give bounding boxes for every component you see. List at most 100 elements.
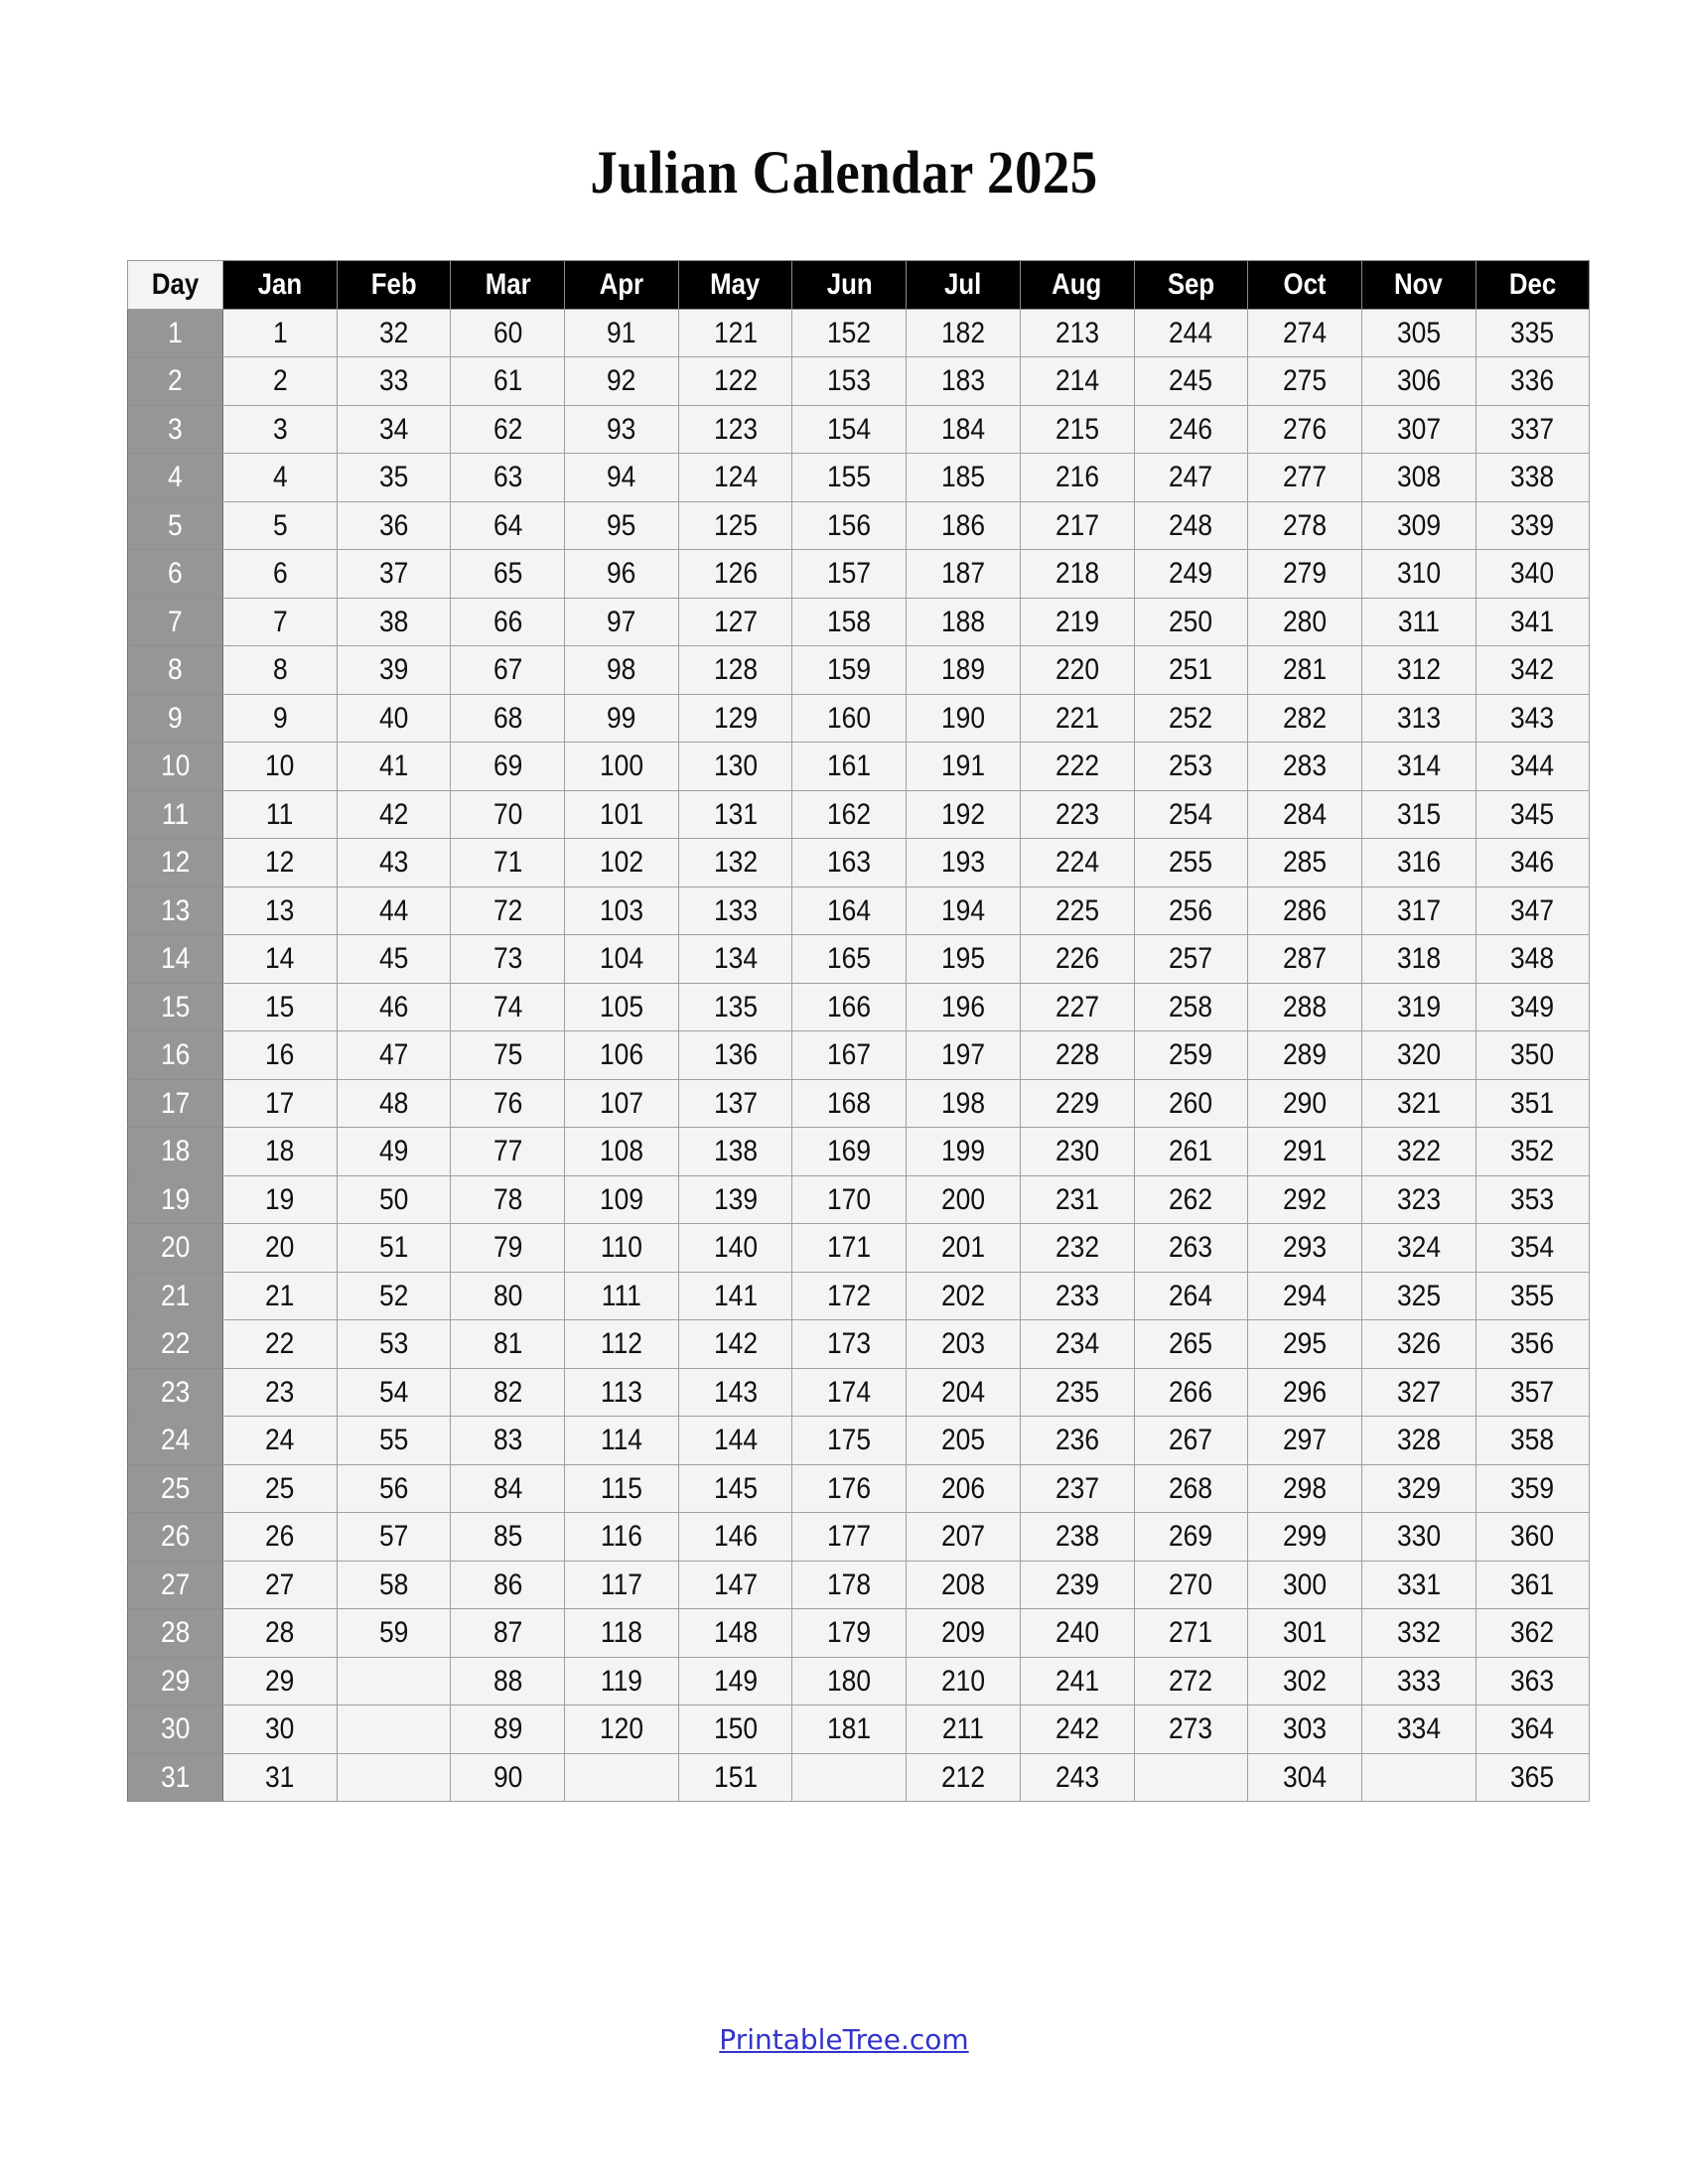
day-number-label: 2 bbox=[168, 364, 183, 397]
julian-day-value: 120 bbox=[599, 1712, 643, 1745]
julian-day-cell: 347 bbox=[1475, 886, 1591, 935]
printabletree-link[interactable]: PrintableTree.com bbox=[719, 2023, 968, 2056]
julian-calendar-table: Day Jan Feb Mar Apr May Jun Jul Aug Sep … bbox=[127, 260, 1591, 1802]
julian-day-cell: 75 bbox=[450, 1030, 566, 1080]
julian-day-cell: 82 bbox=[450, 1367, 566, 1417]
table-body: 1 1 32 60 91 121 152 182 213 244 274 305 335 2 2 33 61 92… bbox=[127, 308, 1591, 1802]
julian-day-value: 22 bbox=[265, 1327, 295, 1360]
julian-day-value: 271 bbox=[1169, 1616, 1213, 1649]
julian-day-cell: 73 bbox=[450, 934, 566, 984]
julian-day-value: 52 bbox=[378, 1279, 409, 1312]
julian-day-cell: 337 bbox=[1475, 404, 1591, 454]
julian-day-cell: 72 bbox=[450, 886, 566, 935]
julian-day-value: 240 bbox=[1055, 1616, 1099, 1649]
julian-day-cell: 336 bbox=[1475, 356, 1591, 406]
julian-day-value: 310 bbox=[1396, 557, 1441, 590]
julian-day-cell: 46 bbox=[336, 982, 452, 1031]
julian-day-value: 68 bbox=[492, 701, 522, 735]
day-number-cell: 5 bbox=[127, 500, 223, 550]
julian-day-cell: 299 bbox=[1247, 1512, 1362, 1562]
julian-day-cell: 193 bbox=[906, 838, 1021, 887]
julian-day-cell bbox=[564, 1752, 679, 1802]
day-number-cell: 3 bbox=[127, 404, 223, 454]
julian-day-value: 216 bbox=[1055, 461, 1099, 493]
julian-day-cell: 344 bbox=[1475, 742, 1591, 791]
column-header-feb: Feb bbox=[336, 260, 452, 310]
julian-day-value: 304 bbox=[1283, 1760, 1328, 1794]
julian-day-cell: 71 bbox=[450, 838, 566, 887]
day-number-cell: 26 bbox=[127, 1512, 223, 1562]
julian-day-cell: 125 bbox=[677, 500, 793, 550]
julian-day-value: 274 bbox=[1283, 316, 1328, 349]
julian-day-cell: 108 bbox=[564, 1127, 679, 1176]
julian-day-value: 127 bbox=[713, 605, 758, 638]
julian-day-cell: 170 bbox=[791, 1174, 908, 1224]
julian-day-value: 160 bbox=[827, 701, 872, 735]
julian-day-cell: 172 bbox=[791, 1271, 908, 1320]
julian-day-cell: 129 bbox=[677, 693, 793, 743]
julian-day-value: 235 bbox=[1055, 1375, 1099, 1409]
julian-day-cell: 51 bbox=[336, 1223, 452, 1273]
julian-day-value: 151 bbox=[713, 1760, 758, 1794]
julian-day-cell: 264 bbox=[1133, 1271, 1249, 1320]
julian-day-value: 152 bbox=[827, 316, 872, 349]
julian-day-cell: 12 bbox=[222, 838, 338, 887]
julian-day-cell: 207 bbox=[906, 1512, 1021, 1562]
julian-day-cell: 295 bbox=[1247, 1319, 1362, 1369]
julian-day-value: 49 bbox=[378, 1135, 409, 1167]
julian-day-cell: 190 bbox=[906, 693, 1021, 743]
table-row: 8 8 39 67 98 128 159 189 220 251 281 312 342 bbox=[127, 645, 1591, 695]
julian-day-cell: 255 bbox=[1133, 838, 1249, 887]
julian-day-cell: 16 bbox=[222, 1030, 338, 1080]
julian-day-value: 108 bbox=[599, 1135, 643, 1167]
julian-day-cell: 3 bbox=[222, 404, 338, 454]
julian-day-cell: 45 bbox=[336, 934, 452, 984]
julian-day-value: 64 bbox=[492, 508, 522, 542]
julian-day-cell: 345 bbox=[1475, 789, 1591, 839]
julian-day-cell: 134 bbox=[677, 934, 793, 984]
julian-day-cell: 1 bbox=[222, 308, 338, 357]
julian-day-value: 363 bbox=[1510, 1664, 1555, 1698]
julian-day-value: 129 bbox=[713, 701, 758, 735]
table-row: 19 19 50 78 109 139 170 200 231 262 292 323 353 bbox=[127, 1174, 1591, 1224]
julian-day-value: 128 bbox=[713, 653, 758, 686]
julian-day-cell: 2 bbox=[222, 356, 338, 406]
julian-day-cell: 7 bbox=[222, 597, 338, 646]
julian-day-value: 276 bbox=[1283, 412, 1328, 446]
julian-day-value: 268 bbox=[1169, 1471, 1213, 1505]
julian-day-value: 328 bbox=[1396, 1424, 1441, 1456]
day-number-cell: 21 bbox=[127, 1271, 223, 1320]
julian-day-cell: 272 bbox=[1133, 1656, 1249, 1706]
julian-day-cell: 166 bbox=[791, 982, 908, 1031]
julian-day-value: 289 bbox=[1283, 1038, 1328, 1071]
julian-day-value: 76 bbox=[492, 1086, 522, 1120]
julian-day-value: 283 bbox=[1283, 750, 1328, 782]
julian-day-cell: 113 bbox=[564, 1367, 679, 1417]
julian-day-cell: 217 bbox=[1019, 500, 1135, 550]
julian-day-cell: 176 bbox=[791, 1463, 908, 1513]
julian-day-value: 24 bbox=[265, 1424, 295, 1456]
table-row: 29 29 88 119 149 180 210 241 272 302 333 363 bbox=[127, 1656, 1591, 1706]
table-row: 9 9 40 68 99 129 160 190 221 252 282 313 343 bbox=[127, 693, 1591, 743]
julian-day-value: 211 bbox=[941, 1712, 985, 1745]
column-header-may: May bbox=[677, 260, 793, 310]
julian-day-cell: 78 bbox=[450, 1174, 566, 1224]
julian-day-value: 58 bbox=[378, 1568, 409, 1601]
julian-day-cell: 89 bbox=[450, 1705, 566, 1754]
julian-day-cell: 303 bbox=[1247, 1705, 1362, 1754]
julian-day-cell: 306 bbox=[1360, 356, 1477, 406]
julian-day-cell: 262 bbox=[1133, 1174, 1249, 1224]
julian-day-value: 55 bbox=[378, 1424, 409, 1456]
day-number-label: 1 bbox=[168, 316, 183, 349]
julian-day-value: 188 bbox=[940, 605, 985, 638]
julian-day-cell: 86 bbox=[450, 1560, 566, 1609]
julian-day-cell: 185 bbox=[906, 453, 1021, 502]
julian-day-cell: 8 bbox=[222, 645, 338, 695]
day-number-cell: 8 bbox=[127, 645, 223, 695]
column-header-apr: Apr bbox=[564, 260, 679, 310]
julian-day-value: 214 bbox=[1055, 364, 1099, 397]
julian-day-cell: 135 bbox=[677, 982, 793, 1031]
julian-day-value: 354 bbox=[1510, 1231, 1555, 1264]
julian-day-cell: 184 bbox=[906, 404, 1021, 454]
julian-day-value: 296 bbox=[1283, 1375, 1328, 1409]
